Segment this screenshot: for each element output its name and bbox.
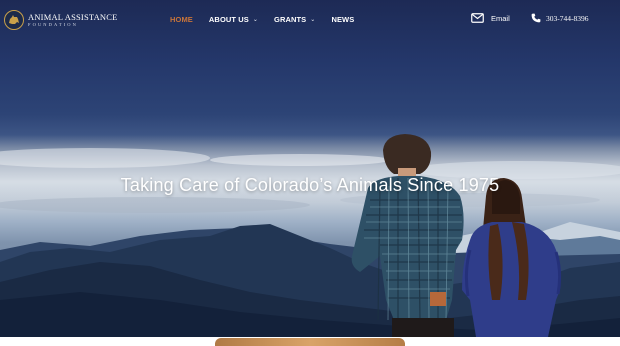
hero-banner: Taking Care of Colorado’s Animals Since … (0, 0, 620, 337)
brand-subtitle: FOUNDATION (28, 22, 78, 27)
nav-item-label: NEWS (331, 15, 355, 24)
nav-item-grants[interactable]: GRANTS ⌄ (274, 15, 315, 24)
chevron-down-icon: ⌄ (252, 17, 259, 23)
logo-wordmark: ANIMAL ASSISTANCE FOUNDATION (28, 11, 118, 28)
nav-item-about-us[interactable]: ABOUT US ⌄ (209, 15, 258, 24)
featured-image-edge (215, 338, 405, 346)
nav-item-label: ABOUT US (208, 15, 249, 24)
nav-item-home[interactable]: HOME (170, 15, 193, 24)
nav-item-label: GRANTS (274, 15, 307, 24)
phone-link[interactable]: 303-744-8396 (531, 13, 589, 23)
nav-item-news[interactable]: NEWS (331, 15, 354, 24)
site-logo[interactable]: ANIMAL ASSISTANCE FOUNDATION (4, 9, 118, 31)
brand-name: ANIMAL ASSISTANCE (28, 11, 118, 22)
email-label: Email (491, 13, 510, 23)
phone-icon (531, 13, 541, 23)
main-nav: HOME ABOUT US ⌄ GRANTS ⌄ NEWS (170, 15, 370, 24)
chevron-down-icon: ⌄ (310, 17, 316, 23)
dog-silhouette-icon (4, 10, 24, 30)
email-link[interactable]: Email (471, 13, 510, 23)
hero-headline: Taking Care of Colorado’s Animals Since … (120, 175, 500, 195)
nav-item-label: HOME (170, 15, 193, 24)
hero-photo (0, 134, 620, 337)
site-header: ANIMAL ASSISTANCE FOUNDATION HOME ABOUT … (0, 0, 620, 42)
phone-number: 303-744-8396 (546, 13, 589, 23)
envelope-icon (471, 13, 484, 23)
